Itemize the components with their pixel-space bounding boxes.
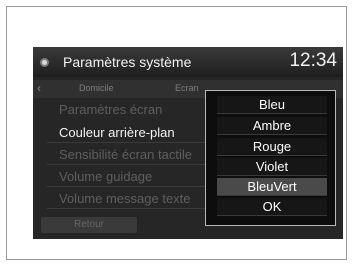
menu-item-parametres-ecran[interactable]: Paramètres écran [59, 102, 209, 117]
menu-item-volume-guidage[interactable]: Volume guidage [59, 169, 209, 184]
menu-item-couleur-arriere-plan[interactable]: Couleur arrière-plan [59, 125, 209, 140]
settings-icon [40, 58, 49, 67]
clock: 12:34 [289, 50, 337, 71]
option-rouge[interactable]: Rouge [217, 138, 327, 156]
tab-domicile[interactable]: Domicile [79, 83, 114, 93]
tab-ecran[interactable]: Ecran [175, 83, 199, 93]
option-ambre[interactable]: Ambre [217, 117, 327, 135]
color-popup: Bleu Ambre Rouge Violet BleuVert OK [205, 90, 336, 226]
option-bleuvert[interactable]: BleuVert [217, 178, 327, 196]
nav-screen: Paramètres système 12:34 ‹ Domicile Ecra… [33, 47, 343, 239]
page-title: Paramètres système [63, 54, 192, 70]
option-bleu[interactable]: Bleu [217, 96, 327, 114]
back-button[interactable]: Retour [41, 217, 137, 233]
header-bar: Paramètres système 12:34 [33, 47, 343, 77]
divider [47, 142, 215, 143]
option-violet[interactable]: Violet [217, 158, 327, 176]
tab-left-arrow-icon[interactable]: ‹ [37, 81, 41, 95]
divider [47, 164, 215, 165]
menu-item-volume-message[interactable]: Volume message texte [59, 191, 209, 206]
divider [47, 208, 215, 209]
menu-item-sensibilite-ecran[interactable]: Sensibilité écran tactile [59, 147, 209, 162]
ok-button[interactable]: OK [217, 198, 327, 216]
divider [47, 186, 215, 187]
figure-frame: Paramètres système 12:34 ‹ Domicile Ecra… [6, 6, 347, 260]
